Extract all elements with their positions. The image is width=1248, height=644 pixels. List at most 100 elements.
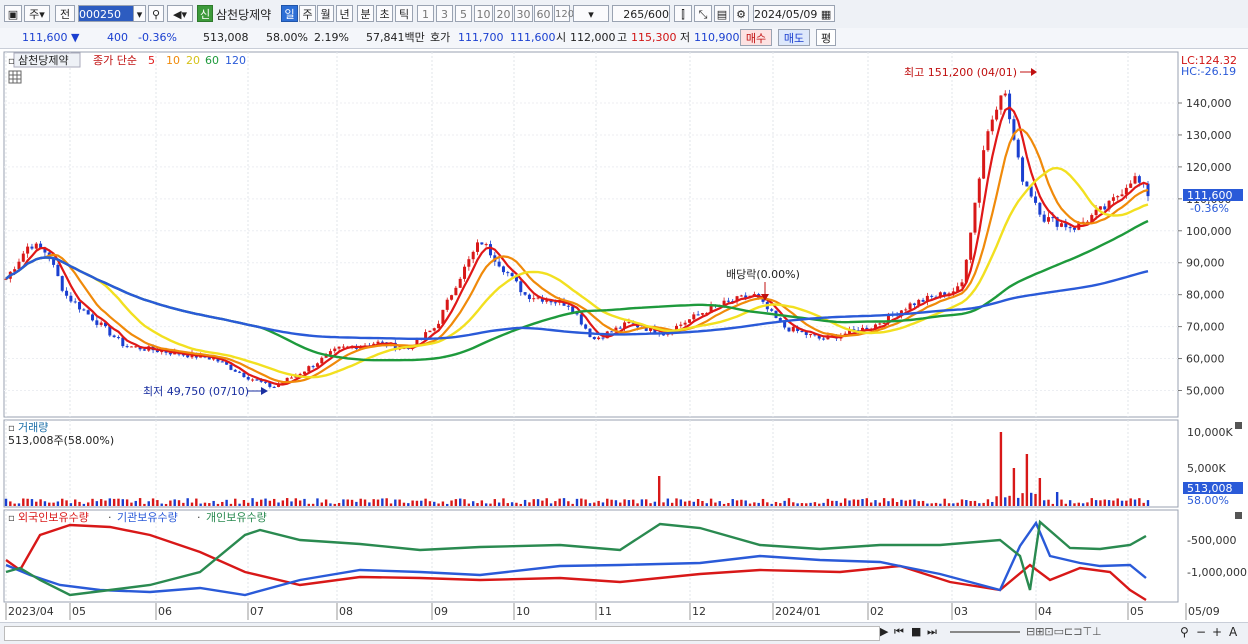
period-year[interactable]: 년 — [336, 5, 353, 22]
interval-60[interactable]: 60 — [534, 5, 553, 22]
x-tick-label: 2023/04 — [8, 605, 54, 618]
font-a-icon[interactable]: A — [1229, 625, 1237, 639]
draw-icon[interactable]: ⤡ — [694, 5, 712, 22]
scrollbar[interactable] — [4, 626, 880, 641]
volume-bar — [52, 502, 55, 506]
calendar-icon[interactable]: ▦ — [821, 8, 831, 21]
window-icon[interactable]: ▣ — [4, 5, 22, 22]
interval-20[interactable]: 20 — [494, 5, 513, 22]
volume-bar — [372, 499, 375, 506]
volume-bar — [454, 499, 458, 506]
plus-icon[interactable]: + — [1212, 625, 1222, 639]
holding-close-icon[interactable] — [1235, 512, 1242, 519]
volume-bar — [212, 500, 215, 506]
legend-institution: 기관보유수량 — [117, 511, 178, 524]
eval-button[interactable]: 평 — [816, 29, 836, 46]
minus-icon[interactable]: − — [1196, 625, 1206, 639]
stop-icon[interactable]: ■ — [911, 625, 921, 638]
tool-icons[interactable]: ⊟⊞⊡▭⊏⊐⊤⊥ — [1026, 625, 1102, 638]
volume-bar — [818, 503, 821, 506]
volume-bar — [934, 502, 938, 506]
speaker-icon[interactable]: ◀▾ — [167, 5, 193, 22]
volume-bar — [848, 500, 851, 506]
play-icon[interactable]: ▶ — [880, 625, 888, 638]
volume-bar — [160, 503, 163, 506]
search-icon[interactable]: ⚲ — [148, 5, 164, 22]
candle-body — [238, 371, 242, 373]
volume-bar — [952, 503, 955, 506]
zoom-slider[interactable] — [950, 631, 1020, 633]
interval-10[interactable]: 10 — [474, 5, 493, 22]
interval-30[interactable]: 30 — [514, 5, 533, 22]
volume-bar — [216, 503, 220, 506]
volume-bar — [796, 503, 799, 506]
volume-bar — [843, 498, 847, 506]
volume-bar — [316, 498, 319, 506]
volume-bar — [619, 502, 622, 506]
volume-bar — [1081, 503, 1085, 506]
candle-icon[interactable]: ⫿ — [674, 5, 692, 22]
interval-1[interactable]: 1 — [417, 5, 434, 22]
code-input[interactable]: 000250 — [78, 5, 134, 22]
market-select[interactable]: 주▾ — [24, 5, 50, 22]
sell-button[interactable]: 매도 — [778, 29, 810, 46]
volume-bar — [1047, 499, 1050, 506]
interval-5[interactable]: 5 — [455, 5, 472, 22]
volume-bar — [43, 501, 47, 506]
save-icon[interactable]: ▤ — [714, 5, 730, 22]
volume-bar — [640, 499, 644, 506]
date-input[interactable]: 2024/05/09 ▦ — [753, 5, 835, 22]
volume-bar — [255, 501, 259, 506]
volume-bar — [632, 499, 635, 506]
volume-close-icon[interactable] — [1235, 422, 1242, 429]
interval-3[interactable]: 3 — [436, 5, 453, 22]
period-day[interactable]: 일 — [281, 5, 298, 22]
chart-area[interactable]: 최고 151,200 (04/01) 최저 49,750 (07/10) 배당락… — [0, 49, 1248, 622]
period-month[interactable]: 월 — [317, 5, 334, 22]
volume-bar — [190, 502, 194, 506]
forward-icon[interactable]: ⏭ — [927, 625, 937, 639]
volume-bar — [636, 503, 639, 506]
count-input[interactable]: 265/600 — [612, 5, 670, 22]
candle-body — [683, 322, 687, 325]
volume-bar — [601, 502, 605, 506]
x-tick-label: 03 — [954, 605, 968, 618]
rewind-icon[interactable]: ⏮ — [894, 625, 904, 639]
x-tick-label: 12 — [692, 605, 706, 618]
gear-icon[interactable]: ⚙ — [733, 5, 749, 22]
volume-bar — [1025, 454, 1029, 506]
volume-bar — [887, 501, 890, 506]
volume-bar — [229, 503, 233, 506]
volume-bar — [856, 499, 860, 506]
volume-bar — [484, 503, 488, 506]
period-minute[interactable]: 분 — [357, 5, 374, 22]
interval-dropdown[interactable]: ▾ — [573, 5, 609, 22]
ask-label: 호가 — [430, 31, 451, 44]
period-second[interactable]: 초 — [376, 5, 393, 22]
table-icon[interactable] — [8, 70, 22, 84]
new-badge[interactable]: 신 — [197, 5, 213, 22]
interval-120[interactable]: 120 — [554, 5, 574, 22]
period-week[interactable]: 주 — [299, 5, 316, 22]
volume-bar — [355, 501, 358, 506]
candle-body — [272, 386, 276, 388]
zoom-in-icon[interactable]: ⚲ — [1180, 625, 1189, 639]
candle-body — [1072, 227, 1076, 230]
quote-turnover: 2.19% — [314, 31, 349, 44]
quote-price-value: 111,600 — [22, 31, 68, 44]
prev-button[interactable]: 전 — [55, 5, 75, 22]
code-dropdown-icon[interactable]: ▾ — [133, 5, 146, 22]
buy-button[interactable]: 매수 — [740, 29, 772, 46]
volume-bar — [692, 501, 695, 506]
volume-bar — [337, 502, 341, 506]
volume-bar — [930, 503, 933, 506]
volume-bar — [913, 499, 916, 506]
candle-body — [91, 314, 95, 321]
current-volume-pct: 58.00% — [1187, 494, 1229, 507]
candle-body — [82, 309, 86, 311]
period-tick[interactable]: 틱 — [395, 5, 413, 22]
volume-bar — [463, 499, 466, 506]
volume-bar — [363, 499, 367, 506]
x-tick-label: 2024/01 — [775, 605, 821, 618]
volume-bar — [1034, 493, 1037, 506]
